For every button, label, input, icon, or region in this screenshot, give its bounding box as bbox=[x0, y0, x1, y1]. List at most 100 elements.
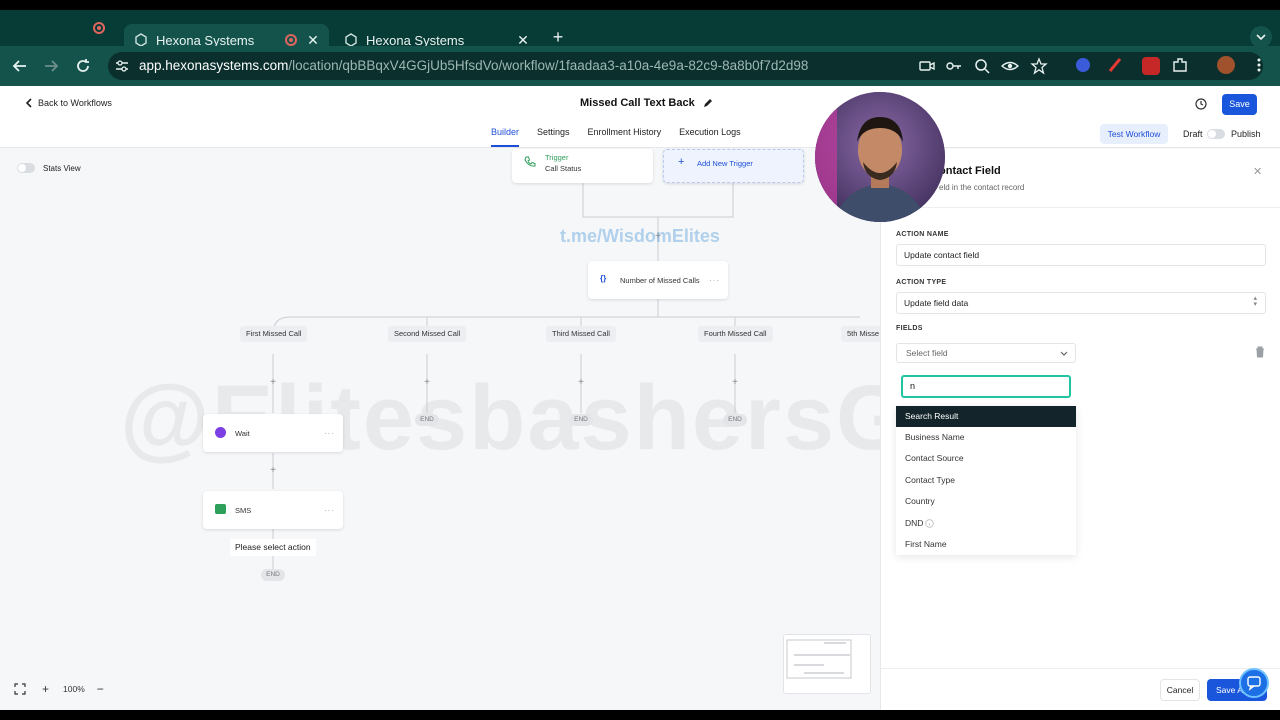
back-to-workflows-link[interactable]: Back to Workflows bbox=[24, 98, 112, 108]
trigger-value: Call Status bbox=[545, 164, 582, 173]
zoom-icon[interactable] bbox=[973, 57, 991, 75]
new-tab-button[interactable]: + bbox=[549, 27, 567, 47]
browser-tabbar: Hexona Systems ✕ Hexona Systems ✕ + bbox=[0, 10, 1280, 56]
wait-node[interactable]: Wait ··· bbox=[203, 414, 343, 452]
dropdown-item[interactable]: First Name bbox=[896, 534, 1076, 555]
node-menu-icon[interactable]: ··· bbox=[324, 506, 335, 515]
edit-pencil-icon[interactable] bbox=[703, 98, 713, 108]
extension-badge-icon[interactable] bbox=[1142, 57, 1160, 75]
please-select-action[interactable]: Please select action bbox=[230, 539, 316, 556]
trigger-node[interactable]: Trigger Call Status bbox=[512, 149, 653, 183]
extensions-puzzle-icon[interactable] bbox=[1171, 56, 1189, 74]
add-step-plus-icon[interactable]: + bbox=[730, 377, 740, 388]
add-trigger-label: Add New Trigger bbox=[697, 159, 753, 168]
presenter-video bbox=[815, 92, 945, 222]
workflow-title: Missed Call Text Back bbox=[580, 97, 713, 109]
extension-pen-icon[interactable] bbox=[1106, 56, 1124, 74]
trash-icon[interactable] bbox=[1255, 346, 1265, 358]
action-panel: ontact Field eld in the contact record ✕… bbox=[880, 149, 1280, 710]
add-step-plus-icon[interactable]: + bbox=[653, 231, 663, 242]
dropdown-header: Search Result bbox=[896, 406, 1076, 427]
workflow-title-text: Missed Call Text Back bbox=[580, 97, 695, 109]
add-step-plus-icon[interactable]: + bbox=[268, 377, 278, 388]
channel-watermark: t.me/WisdomElites bbox=[560, 226, 720, 246]
support-chat-button[interactable] bbox=[1239, 668, 1269, 698]
chat-icon bbox=[1247, 676, 1261, 691]
workflow-app: Back to Workflows Missed Call Text Back … bbox=[0, 86, 1280, 710]
clock-icon bbox=[215, 427, 226, 438]
close-icon[interactable]: ✕ bbox=[1253, 165, 1262, 178]
tab-settings[interactable]: Settings bbox=[537, 127, 570, 147]
add-step-plus-icon[interactable]: + bbox=[268, 465, 278, 476]
branch-label[interactable]: Fourth Missed Call bbox=[698, 326, 773, 342]
url-path: /location/qbBBqxV4GGjUb5HfsdVo/workflow/… bbox=[288, 58, 809, 73]
wait-label: Wait bbox=[235, 429, 250, 438]
action-type-select[interactable]: Update field data ▴ ▾ bbox=[896, 292, 1266, 314]
dropdown-item[interactable]: Contact Source bbox=[896, 448, 1076, 469]
field-search-input[interactable]: n bbox=[901, 375, 1071, 398]
branch-label[interactable]: Second Missed Call bbox=[388, 326, 467, 342]
node-menu-icon[interactable]: ··· bbox=[709, 276, 720, 285]
reload-icon[interactable] bbox=[74, 57, 92, 75]
sms-node[interactable]: SMS ··· bbox=[203, 491, 343, 529]
end-marker: END bbox=[261, 569, 285, 581]
dropdown-item[interactable]: Business Name bbox=[896, 427, 1076, 448]
profile-avatar[interactable] bbox=[1217, 56, 1235, 74]
history-clock-icon[interactable] bbox=[1195, 98, 1207, 110]
action-name-label: ACTION NAME bbox=[896, 231, 949, 238]
zoom-level: 100% bbox=[63, 684, 85, 694]
braces-icon: {} bbox=[600, 274, 607, 283]
webcam-overlay bbox=[815, 92, 945, 222]
back-label: Back to Workflows bbox=[38, 98, 112, 108]
dropdown-item-dnd[interactable]: DND bbox=[896, 513, 1076, 534]
url-text: app.hexonasystems.com/location/qbBBqxV4G… bbox=[139, 58, 808, 73]
field-select[interactable]: Select field bbox=[896, 343, 1076, 363]
branch-label[interactable]: Third Missed Call bbox=[546, 326, 616, 342]
add-step-plus-icon[interactable]: + bbox=[422, 377, 432, 388]
bookmark-star-icon[interactable] bbox=[1030, 57, 1048, 75]
cancel-button[interactable]: Cancel bbox=[1160, 679, 1200, 701]
password-key-icon[interactable] bbox=[945, 57, 963, 75]
save-button[interactable]: Save bbox=[1222, 94, 1257, 115]
publish-toggle[interactable] bbox=[1207, 129, 1225, 139]
panel-title: ontact Field bbox=[939, 165, 1001, 177]
site-settings-icon[interactable] bbox=[114, 58, 130, 74]
tab-enrollment-history[interactable]: Enrollment History bbox=[588, 127, 662, 147]
zoom-out-button[interactable]: − bbox=[97, 682, 104, 696]
node-menu-icon[interactable]: ··· bbox=[324, 429, 335, 438]
tab-execution-logs[interactable]: Execution Logs bbox=[679, 127, 741, 147]
condition-node[interactable]: {} Number of Missed Calls ··· bbox=[588, 261, 728, 299]
chevron-down-icon bbox=[1060, 351, 1068, 356]
branch-label[interactable]: First Missed Call bbox=[240, 326, 308, 342]
fit-view-icon[interactable] bbox=[14, 683, 26, 695]
test-workflow-button[interactable]: Test Workflow bbox=[1100, 124, 1168, 144]
divider bbox=[881, 207, 1280, 208]
workflow-canvas[interactable]: @ElitesbashersGB Stats View Trigger Call… bbox=[0, 149, 976, 710]
back-arrow-icon[interactable] bbox=[11, 57, 29, 75]
dropdown-item[interactable]: Country bbox=[896, 491, 1076, 512]
url-host: app.hexonasystems.com bbox=[139, 58, 289, 73]
tab-search-button[interactable] bbox=[1250, 26, 1272, 48]
branch-label[interactable]: 5th Misse bbox=[841, 326, 886, 342]
select-arrows-icon: ▴ ▾ bbox=[1253, 295, 1257, 308]
more-menu-icon[interactable] bbox=[1250, 56, 1268, 74]
dropdown-item[interactable]: Contact Type bbox=[896, 470, 1076, 491]
camera-icon[interactable] bbox=[918, 57, 936, 75]
app-header: Back to Workflows Missed Call Text Back … bbox=[0, 86, 1280, 148]
zoom-in-button[interactable]: + bbox=[42, 682, 49, 696]
connector-lines bbox=[272, 183, 860, 569]
add-step-plus-icon[interactable]: + bbox=[576, 377, 586, 388]
condition-label: Number of Missed Calls bbox=[620, 276, 700, 285]
forward-arrow-icon[interactable] bbox=[42, 57, 60, 75]
screen-top-edge bbox=[0, 0, 1280, 10]
add-new-trigger-node[interactable]: + Add New Trigger bbox=[663, 149, 804, 183]
end-marker: END bbox=[415, 414, 439, 426]
site-favicon-icon bbox=[135, 33, 147, 47]
minimap[interactable] bbox=[783, 634, 871, 694]
action-name-input[interactable]: Update contact field bbox=[896, 244, 1266, 266]
info-icon bbox=[925, 519, 935, 528]
action-type-value: Update field data bbox=[904, 298, 969, 308]
tab-builder[interactable]: Builder bbox=[491, 127, 520, 147]
extension-blue-icon[interactable] bbox=[1076, 58, 1090, 72]
eye-icon[interactable] bbox=[1001, 57, 1019, 75]
